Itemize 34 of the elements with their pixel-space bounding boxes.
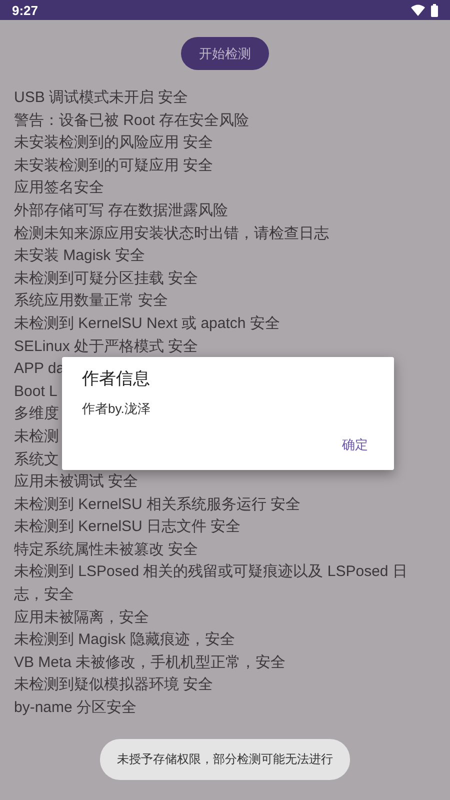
result-line: 未安装检测到的可疑应用 安全 <box>14 156 214 176</box>
result-line: 系统文 <box>14 450 59 470</box>
result-line: Boot L <box>14 382 58 402</box>
battery-icon <box>431 4 438 16</box>
result-line: 未安装检测到的风险应用 安全 <box>14 133 214 154</box>
dialog-title: 作者信息 <box>82 368 150 390</box>
status-time: 9:27 <box>12 2 38 18</box>
result-line: 未检测到疑似模拟器环境 安全 <box>14 675 214 696</box>
result-line: 外部存储可写 存在数据泄露风险 <box>14 200 228 221</box>
result-line: 应用未被隔离，安全 <box>14 608 149 628</box>
result-line: 特定系统属性未被篡改 安全 <box>14 540 198 560</box>
result-line: 未检测到 KernelSU Next 或 apatch 安全 <box>14 314 280 334</box>
wifi-icon <box>411 4 425 16</box>
result-line: by-name 分区安全 <box>14 698 137 718</box>
result-line: 应用签名安全 <box>14 178 104 198</box>
result-line: 系统应用数量正常 安全 <box>14 291 168 312</box>
dialog-message: 作者by.泷泽 <box>82 400 150 418</box>
result-line: 警告：设备已被 Root 存在安全风险 <box>14 110 250 131</box>
result-line: 未检测到 KernelSU 日志文件 安全 <box>14 517 241 538</box>
result-line: 未安装 Magisk 安全 <box>14 246 145 266</box>
result-line: 未检测到 LSPosed 相关的残留或可疑痕迹以及 LSPosed 日志，安全 <box>14 562 408 606</box>
result-line: 未检测到可疑分区挂载 安全 <box>14 268 198 289</box>
result-line: VB Meta 未被修改，手机机型正常，安全 <box>14 652 286 673</box>
result-line: 未检测到 Magisk 隐藏痕迹，安全 <box>14 630 235 650</box>
result-line: USB 调试模式未开启 安全 <box>14 88 188 108</box>
result-line: 多维度 <box>14 404 59 424</box>
confirm-button[interactable]: 确定 <box>336 432 374 458</box>
result-line: 应用未被调试 安全 <box>14 472 138 492</box>
start-detection-button[interactable]: 开始检测 <box>181 37 269 70</box>
result-line: 未检测到 KernelSU 相关系统服务运行 安全 <box>14 494 301 515</box>
result-line: 检测未知来源应用安装状态时出错，请检查日志 <box>14 224 329 244</box>
result-line: 未检测 <box>14 426 59 447</box>
toast-message: 未授予存储权限，部分检测可能无法进行 <box>117 751 333 768</box>
result-line: SELinux 处于严格模式 安全 <box>14 336 198 357</box>
